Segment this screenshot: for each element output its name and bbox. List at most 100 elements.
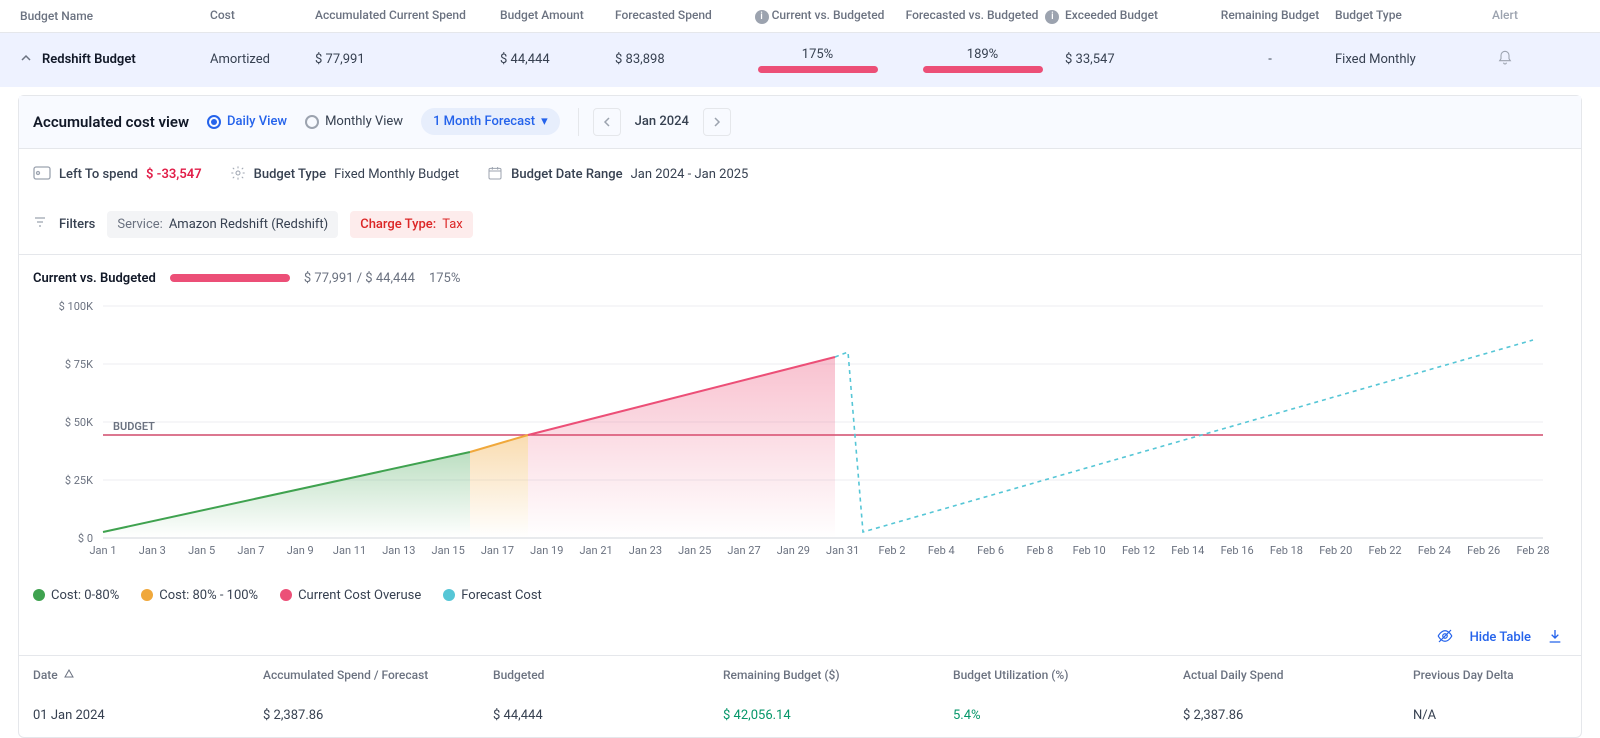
- col-forecasted-vs-budgeted: Forecasted vs. Budgeted i: [900, 8, 1065, 24]
- svg-text:Jan 13: Jan 13: [382, 544, 415, 557]
- monthly-view-radio[interactable]: Monthly View: [305, 114, 403, 129]
- svg-text:BUDGET: BUDGET: [113, 420, 155, 433]
- info-icon[interactable]: i: [1045, 10, 1059, 24]
- eye-off-icon[interactable]: [1436, 627, 1454, 649]
- hide-table-button[interactable]: Hide Table: [1470, 630, 1531, 645]
- dcell-budgeted: $ 44,444: [493, 708, 723, 723]
- budget-date-range-label: Budget Date Range: [511, 167, 622, 182]
- svg-text:$ 75K: $ 75K: [65, 358, 93, 371]
- svg-text:$ 50K: $ 50K: [65, 416, 93, 429]
- accumulated-cost-panel: Accumulated cost view Daily View Monthly…: [18, 95, 1582, 738]
- col-alert: Alert: [1475, 8, 1535, 24]
- legend-item-red: Current Cost Overuse: [280, 588, 421, 603]
- budget-date-range-value: Jan 2024 - Jan 2025: [631, 167, 749, 182]
- left-to-spend-value: $ -33,547: [146, 167, 202, 182]
- col-exceeded: Exceeded Budget: [1065, 8, 1205, 24]
- svg-text:Jan 3: Jan 3: [139, 544, 166, 557]
- svg-text:Jan 11: Jan 11: [333, 544, 366, 557]
- svg-text:Feb 8: Feb 8: [1026, 544, 1053, 557]
- svg-text:Feb 22: Feb 22: [1369, 544, 1402, 557]
- svg-text:Jan 19: Jan 19: [530, 544, 563, 557]
- cvb-summary: Current vs. Budgeted $ 77,991 / $ 44,444…: [19, 255, 1581, 292]
- prev-period-button[interactable]: [593, 108, 621, 136]
- chart-legend: Cost: 0-80% Cost: 80% - 100% Current Cos…: [19, 576, 1581, 621]
- meta-row: Left To spend $ -33,547 Budget Type Fixe…: [19, 149, 1581, 201]
- dcell-delta: N/A: [1413, 708, 1553, 723]
- filter-chip-charge-type[interactable]: Charge Type: Tax: [350, 211, 473, 238]
- budget-row-redshift[interactable]: Redshift Budget Amortized $ 77,991 $ 44,…: [0, 32, 1600, 87]
- dcol-budgeted[interactable]: Budgeted: [493, 668, 723, 682]
- budget-type-label: Budget Type: [254, 167, 326, 182]
- dcell-date: 01 Jan 2024: [33, 708, 263, 723]
- svg-text:$ 25K: $ 25K: [65, 474, 93, 487]
- cost-value: Amortized: [210, 52, 315, 67]
- cvb-title: Current vs. Budgeted: [33, 271, 156, 286]
- svg-text:Feb 12: Feb 12: [1122, 544, 1155, 557]
- panel-header: Accumulated cost view Daily View Monthly…: [19, 96, 1581, 149]
- cvb-percent: 175%: [735, 47, 900, 62]
- panel-title: Accumulated cost view: [33, 113, 189, 131]
- svg-text:Feb 6: Feb 6: [977, 544, 1004, 557]
- dcol-date[interactable]: Date: [33, 668, 263, 682]
- fvb-percent: 189%: [900, 47, 1065, 62]
- dcol-remaining[interactable]: Remaining Budget ($): [723, 668, 953, 682]
- svg-text:Jan 17: Jan 17: [481, 544, 514, 557]
- dcol-utilization[interactable]: Budget Utilization (%): [953, 668, 1183, 682]
- svg-text:Feb 16: Feb 16: [1221, 544, 1254, 557]
- download-icon[interactable]: [1547, 628, 1563, 648]
- wallet-icon: [33, 166, 51, 184]
- svg-text:Feb 10: Feb 10: [1073, 544, 1106, 557]
- svg-text:Feb 26: Feb 26: [1467, 544, 1500, 557]
- budget-name: Redshift Budget: [42, 52, 136, 67]
- alert-icon[interactable]: [1475, 50, 1535, 70]
- left-to-spend-label: Left To spend: [59, 167, 138, 182]
- svg-text:Feb 14: Feb 14: [1171, 544, 1204, 557]
- filters-row: Filters Service: Amazon Redshift (Redshi…: [19, 201, 1581, 255]
- svg-text:Jan 1: Jan 1: [89, 544, 116, 557]
- fvb-cell: 189%: [900, 47, 1065, 73]
- budget-table-header: Budget Name Cost Accumulated Current Spe…: [0, 0, 1600, 32]
- chart-area: $ 100K $ 75K $ 50K $ 25K $ 0 BUDGET: [19, 292, 1581, 576]
- cvb-bar: [758, 66, 878, 73]
- cvb-pct: 175%: [429, 271, 460, 286]
- forecast-dropdown[interactable]: 1 Month Forecast ▾: [421, 108, 560, 135]
- svg-text:Jan 27: Jan 27: [727, 544, 760, 557]
- svg-text:Feb 28: Feb 28: [1516, 544, 1549, 557]
- dcell-util: 5.4%: [953, 708, 1183, 723]
- cvb-summary-bar: [170, 274, 290, 282]
- col-cost: Cost: [210, 8, 315, 24]
- svg-text:Jan 5: Jan 5: [188, 544, 215, 557]
- gear-icon: [230, 165, 246, 185]
- svg-text:Jan 29: Jan 29: [777, 544, 810, 557]
- dcol-delta[interactable]: Previous Day Delta: [1413, 668, 1553, 682]
- next-period-button[interactable]: [703, 108, 731, 136]
- chevron-up-icon[interactable]: [20, 52, 32, 68]
- filter-chip-service[interactable]: Service: Amazon Redshift (Redshift): [107, 211, 338, 238]
- budget-type-value: Fixed Monthly: [1335, 52, 1475, 67]
- cvb-values: $ 77,991 / $ 44,444: [304, 271, 415, 286]
- remaining-value: -: [1205, 52, 1335, 67]
- svg-text:Feb 24: Feb 24: [1418, 544, 1451, 557]
- svg-text:Jan 31: Jan 31: [826, 544, 859, 557]
- detail-table-row: 01 Jan 2024 $ 2,387.86 $ 44,444 $ 42,056…: [19, 694, 1581, 737]
- svg-text:Feb 20: Feb 20: [1319, 544, 1352, 557]
- forecasted-value: $ 83,898: [615, 52, 735, 67]
- period-label: Jan 2024: [625, 114, 699, 129]
- svg-text:Jan 15: Jan 15: [432, 544, 465, 557]
- svg-text:Feb 18: Feb 18: [1270, 544, 1303, 557]
- col-budget-name: Budget Name: [20, 8, 210, 24]
- sort-asc-icon: [64, 668, 74, 682]
- col-accumulated: Accumulated Current Spend: [315, 8, 500, 24]
- svg-text:Jan 23: Jan 23: [629, 544, 662, 557]
- daily-view-radio[interactable]: Daily View: [207, 114, 287, 129]
- budget-type-value-meta: Fixed Monthly Budget: [334, 167, 459, 182]
- legend-item-orange: Cost: 80% - 100%: [141, 588, 258, 603]
- info-icon[interactable]: i: [755, 10, 769, 24]
- dcol-actual[interactable]: Actual Daily Spend: [1183, 668, 1413, 682]
- col-budget-type: Budget Type: [1335, 8, 1475, 24]
- calendar-icon: [487, 165, 503, 185]
- exceeded-value: $ 33,547: [1065, 52, 1205, 67]
- dcell-actual: $ 2,387.86: [1183, 708, 1413, 723]
- dcell-remaining: $ 42,056.14: [723, 708, 953, 723]
- dcol-accumulated[interactable]: Accumulated Spend / Forecast: [263, 668, 493, 682]
